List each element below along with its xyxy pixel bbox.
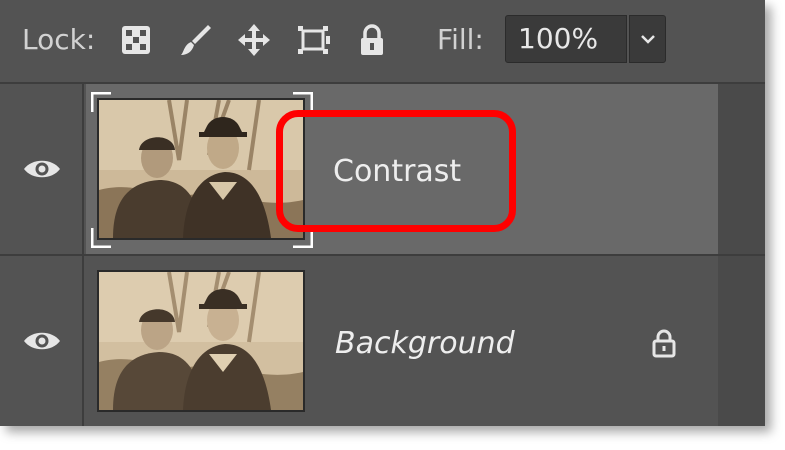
lock-bar: Lock: Fill: 100%	[0, 0, 765, 82]
lock-image-pixels-icon[interactable]	[178, 22, 214, 58]
layer-row-contrast[interactable]: Contrast	[0, 84, 765, 254]
annotation-highlight-box	[276, 110, 516, 232]
visibility-toggle[interactable]	[0, 84, 84, 254]
panel-scroll-track[interactable]	[718, 256, 765, 426]
fill-label: Fill:	[437, 23, 484, 56]
prevent-auto-nesting-icon[interactable]	[296, 22, 332, 58]
lock-label: Lock:	[22, 23, 96, 56]
layer-name[interactable]: Background	[335, 324, 515, 364]
layer-thumbnail[interactable]	[97, 98, 305, 240]
lock-transparent-pixels-icon[interactable]	[118, 22, 154, 58]
lock-all-icon[interactable]	[354, 22, 390, 58]
layer-thumbnail[interactable]	[97, 270, 305, 412]
layer-row-background[interactable]: Background	[0, 256, 765, 426]
eye-icon	[24, 332, 60, 350]
panel-scroll-track[interactable]	[718, 84, 765, 254]
fill-dropdown-button[interactable]	[629, 15, 666, 63]
layers-panel: Lock: Fill: 100% Contrast Background	[0, 0, 765, 426]
fill-input[interactable]: 100%	[505, 15, 627, 63]
visibility-toggle[interactable]	[0, 256, 84, 426]
chevron-down-icon	[641, 35, 655, 44]
eye-icon	[24, 160, 60, 178]
lock-position-icon[interactable]	[236, 22, 272, 58]
layer-lock-icon[interactable]	[650, 328, 678, 362]
